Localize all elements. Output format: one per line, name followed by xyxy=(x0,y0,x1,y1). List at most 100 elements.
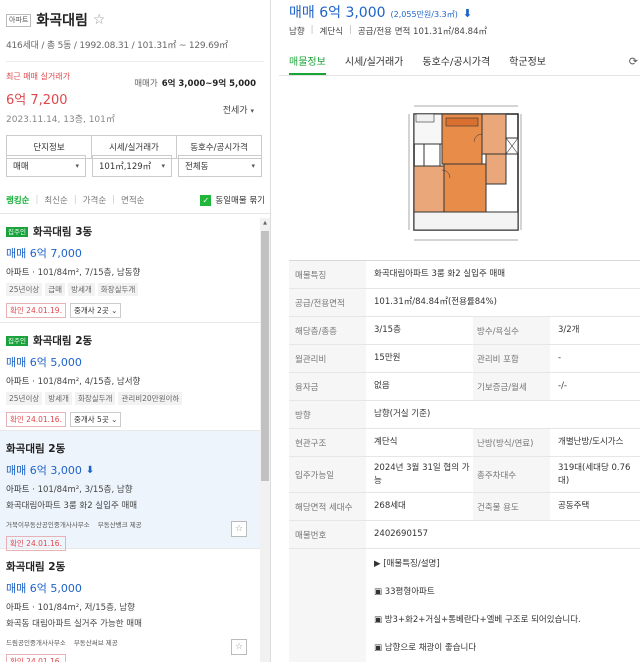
sort-ranking[interactable]: 랭킹순 xyxy=(6,194,29,206)
agents-dropdown[interactable]: 중개사 2곳 ⌄ xyxy=(69,303,122,318)
provider-name: 부동산써브 제공 xyxy=(73,639,118,647)
list-item-selected[interactable]: 화곡대림 2동 매매 6억 3,000 ⬇ 아파트 · 101/84m², 3/1… xyxy=(0,431,261,551)
detail-price-row: 매매 6억 3,000 (2,055만원/3.3㎡) ⬇ xyxy=(289,2,472,22)
scroll-up-arrow-icon[interactable]: ▲ xyxy=(260,218,270,227)
scrollbar-thumb[interactable] xyxy=(261,231,269,481)
detail-panel: 매매 6억 3,000 (2,055만원/3.3㎡) ⬇ 남향 | 계단식 | … xyxy=(279,0,640,662)
subinfo-structure: 계단식 xyxy=(319,27,343,37)
agency-name: 드림공인중개사사무소 xyxy=(6,639,66,647)
listing-desc: 화곡대림아파트 3룸 화2 실입주 매매 xyxy=(6,501,138,511)
listing-price-value: 매매 6억 5,000 xyxy=(6,356,82,369)
favorite-star-icon[interactable]: ☆ xyxy=(231,639,247,655)
description-row: 매물설명 ▶ [매물특징/설명] ▣ 33평형아파트 ▣ 방3+화2+거실+통베… xyxy=(289,549,640,662)
info-label: 방수/욕실수 xyxy=(473,317,550,344)
jeonse-dropdown[interactable]: 전세가 ▾ xyxy=(223,103,254,116)
info-value: 268세대 xyxy=(374,501,406,511)
list-item[interactable]: 화곡대림 2동 매매 6억 5,000 아파트 · 101/84m², 저/15… xyxy=(0,549,261,662)
agency-name: 거북이부동산공인중개사사무소 xyxy=(6,521,90,529)
floorplan-image[interactable] xyxy=(406,100,524,248)
info-value: 15만원 xyxy=(374,353,401,363)
listing-spec: 아파트 · 101/84m², 7/15층, 남동향 xyxy=(6,266,255,278)
description-lines: ▶ [매물특징/설명] ▣ 33평형아파트 ▣ 방3+화2+거실+통베란다+엘베… xyxy=(366,549,581,662)
description-label: 매물설명 xyxy=(289,549,366,662)
listing-title-row: 화곡대림 2동 xyxy=(6,441,255,456)
info-value: 계단식 xyxy=(374,437,398,447)
info-label: 융자금 xyxy=(289,373,366,400)
info-label: 관리비 포함 xyxy=(473,345,550,372)
info-label: 기보증금/월세 xyxy=(473,373,550,400)
listing-name: 화곡대림 2동 xyxy=(32,335,93,347)
info-row: 해당층/총층 3/15층 방수/욕실수 3/2개 xyxy=(289,317,640,345)
area-value: 101㎡,129㎡ xyxy=(99,162,152,172)
info-label: 매물번호 xyxy=(289,521,366,548)
confirm-row: 확인 24.01.16. 중개사 5곳 ⌄ xyxy=(6,412,255,427)
listing-spec-type: 아파트 xyxy=(6,268,30,278)
sort-separator: | xyxy=(35,195,39,205)
info-value: 2402690157 xyxy=(374,529,429,539)
star-icon[interactable]: ☆ xyxy=(93,12,106,28)
listing-tags: 25년이상 급매 방세개 화장실두개 xyxy=(6,283,255,296)
listing-name: 화곡대림 2동 xyxy=(6,443,66,455)
info-label: 입주가능일 xyxy=(289,457,366,492)
confirm-row: 확인 24.01.16. xyxy=(6,654,255,662)
sale-range-label: 매매가 xyxy=(134,79,158,89)
description-line: ▣ 33평형아파트 xyxy=(374,587,435,597)
tab-price-history[interactable]: 시세/실거래가 xyxy=(345,47,404,75)
sort-bar: 랭킹순 | 최신순 | 가격순 | 면적순 ✓ 동일매물 묶기 xyxy=(0,190,270,210)
price-down-arrow-icon: ⬇ xyxy=(85,464,95,476)
trade-type-select[interactable]: 매매 ▾ xyxy=(6,155,86,177)
complex-header: 아파트 화곡대림 ☆ 416세대 / 총 5동 / 1992.08.31 / 1… xyxy=(0,0,270,214)
info-row: 월관리비 15만원 관리비 포함 - xyxy=(289,345,640,373)
tab-school-info[interactable]: 학군정보 xyxy=(509,47,546,75)
dong-value: 전체동 xyxy=(185,162,209,172)
list-item[interactable]: 집주인 화곡대림 3동 매매 6억 7,000 아파트 · 101/84m², … xyxy=(0,214,261,323)
area-select[interactable]: 101㎡,129㎡ ▾ xyxy=(92,155,172,177)
info-label: 해당층/총층 xyxy=(289,317,366,344)
sort-price[interactable]: 가격순 xyxy=(83,194,106,206)
info-label: 난방(방식/연료) xyxy=(473,429,550,456)
confirm-date: 확인 24.01.16. xyxy=(6,654,66,662)
owner-badge: 집주인 xyxy=(6,335,28,346)
refresh-icon[interactable]: ⟳ xyxy=(629,55,638,68)
complex-title-row: 아파트 화곡대림 ☆ xyxy=(6,10,264,30)
favorite-star-icon[interactable]: ☆ xyxy=(231,521,247,537)
info-label: 해당면적 세대수 xyxy=(289,493,366,520)
agents-dropdown[interactable]: 중개사 5곳 ⌄ xyxy=(69,412,122,427)
confirm-row: 확인 24.01.19. 중개사 2곳 ⌄ xyxy=(6,303,255,318)
tab-listing-info[interactable]: 매물정보 xyxy=(289,47,326,75)
list-item[interactable]: 집주인 화곡대림 2동 매매 6억 5,000 아파트 · 101/84m², … xyxy=(0,323,261,431)
listing-tag: 25년이상 xyxy=(6,392,43,405)
complex-meta: 416세대 / 총 5동 / 1992.08.31 / 101.31㎡ ~ 12… xyxy=(6,41,228,51)
listing-spec: 아파트 · 101/84m², 저/15층, 남향 xyxy=(6,601,255,613)
detail-unit-price: (2,055만원/3.3㎡) xyxy=(390,10,458,19)
scrollbar[interactable] xyxy=(260,227,270,662)
subinfo-direction: 남향 xyxy=(289,27,305,37)
listing-spec-type: 아파트 xyxy=(6,377,30,387)
info-value: -/- xyxy=(558,381,567,391)
listing-tags: 25년이상 방세개 화장실두개 관리비20만원이하 xyxy=(6,392,255,405)
listing-agency-row: 드림공인중개사사무소 부동산써브 제공 xyxy=(6,637,255,647)
info-row: 공급/전용면적 101.31㎡/84.84㎡(전용률84%) xyxy=(289,289,640,317)
info-label: 방향 xyxy=(289,401,366,428)
info-value: 101.31㎡/84.84㎡(전용률84%) xyxy=(374,297,497,307)
sort-latest[interactable]: 최신순 xyxy=(44,194,67,206)
trade-type-value: 매매 xyxy=(13,162,29,172)
sort-area[interactable]: 면적순 xyxy=(121,194,144,206)
info-row: 매물특징 화곡대림아파트 3룸 화2 실입주 매매 xyxy=(289,261,640,289)
merge-label: 동일매물 묶기 xyxy=(215,196,265,206)
info-label: 매물특징 xyxy=(289,261,366,288)
listing-price-value: 매매 6억 5,000 xyxy=(6,582,82,595)
listing-name: 화곡대림 2동 xyxy=(6,561,66,573)
info-value: 2024년 3월 31일 협의 가능 xyxy=(374,462,470,486)
info-value: 공동주택 xyxy=(558,501,590,511)
info-label: 공급/전용면적 xyxy=(289,289,366,316)
chevron-down-icon: ▾ xyxy=(161,162,165,170)
info-row: 현관구조 계단식 난방(방식/연료) 개별난방/도시가스 xyxy=(289,429,640,457)
type-badge: 아파트 xyxy=(6,13,32,27)
merge-checkbox[interactable]: ✓ 동일매물 묶기 xyxy=(200,194,265,206)
listing-spec-type: 아파트 xyxy=(6,603,30,613)
listing-info-table: 매물특징 화곡대림아파트 3룸 화2 실입주 매매 공급/전용면적 101.31… xyxy=(289,260,640,662)
detail-price: 매매 6억 3,000 xyxy=(289,5,386,21)
tab-unit-price[interactable]: 동호수/공시가격 xyxy=(422,47,490,75)
dong-select[interactable]: 전체동 ▾ xyxy=(178,155,262,177)
